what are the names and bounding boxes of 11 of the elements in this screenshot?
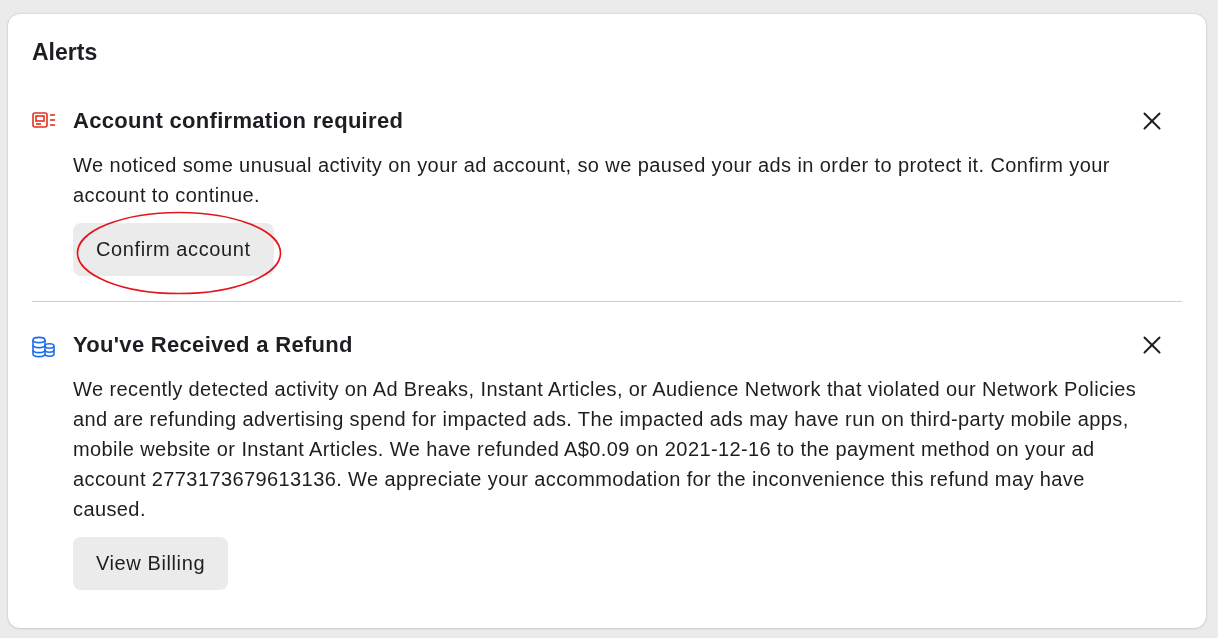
alert-message: We noticed some unusual activity on your ad account, so we paused your ads in order to protect it. Confirm your account to continue.	[73, 153, 1111, 208]
alert-title: Account confirmation required	[73, 109, 404, 133]
action-button[interactable]: View Billing	[73, 537, 229, 590]
close-icon	[1143, 112, 1161, 130]
coin-stack-icon	[32, 336, 55, 358]
alert-title: You've Received a Refund	[73, 333, 353, 357]
close-icon	[1143, 336, 1161, 354]
panel-title: Alerts	[32, 40, 98, 64]
action-button[interactable]: Confirm account	[73, 223, 274, 276]
screen-list-icon	[32, 112, 56, 130]
alert-message: We recently detected activity on Ad Breaks, Instant Articles, or Audience Network that violated our Network Policies and are refunding advertising spend for impacted ads. The impacted ads may have run on third-party mobile apps, mobile website or Instant Articles. We have refunded A$0.09 on 2021-12-16 to the payment method on your ad account 2773173679613136. We appreciate your accommodation for the inconvenience this refund may have caused.	[73, 377, 1138, 522]
